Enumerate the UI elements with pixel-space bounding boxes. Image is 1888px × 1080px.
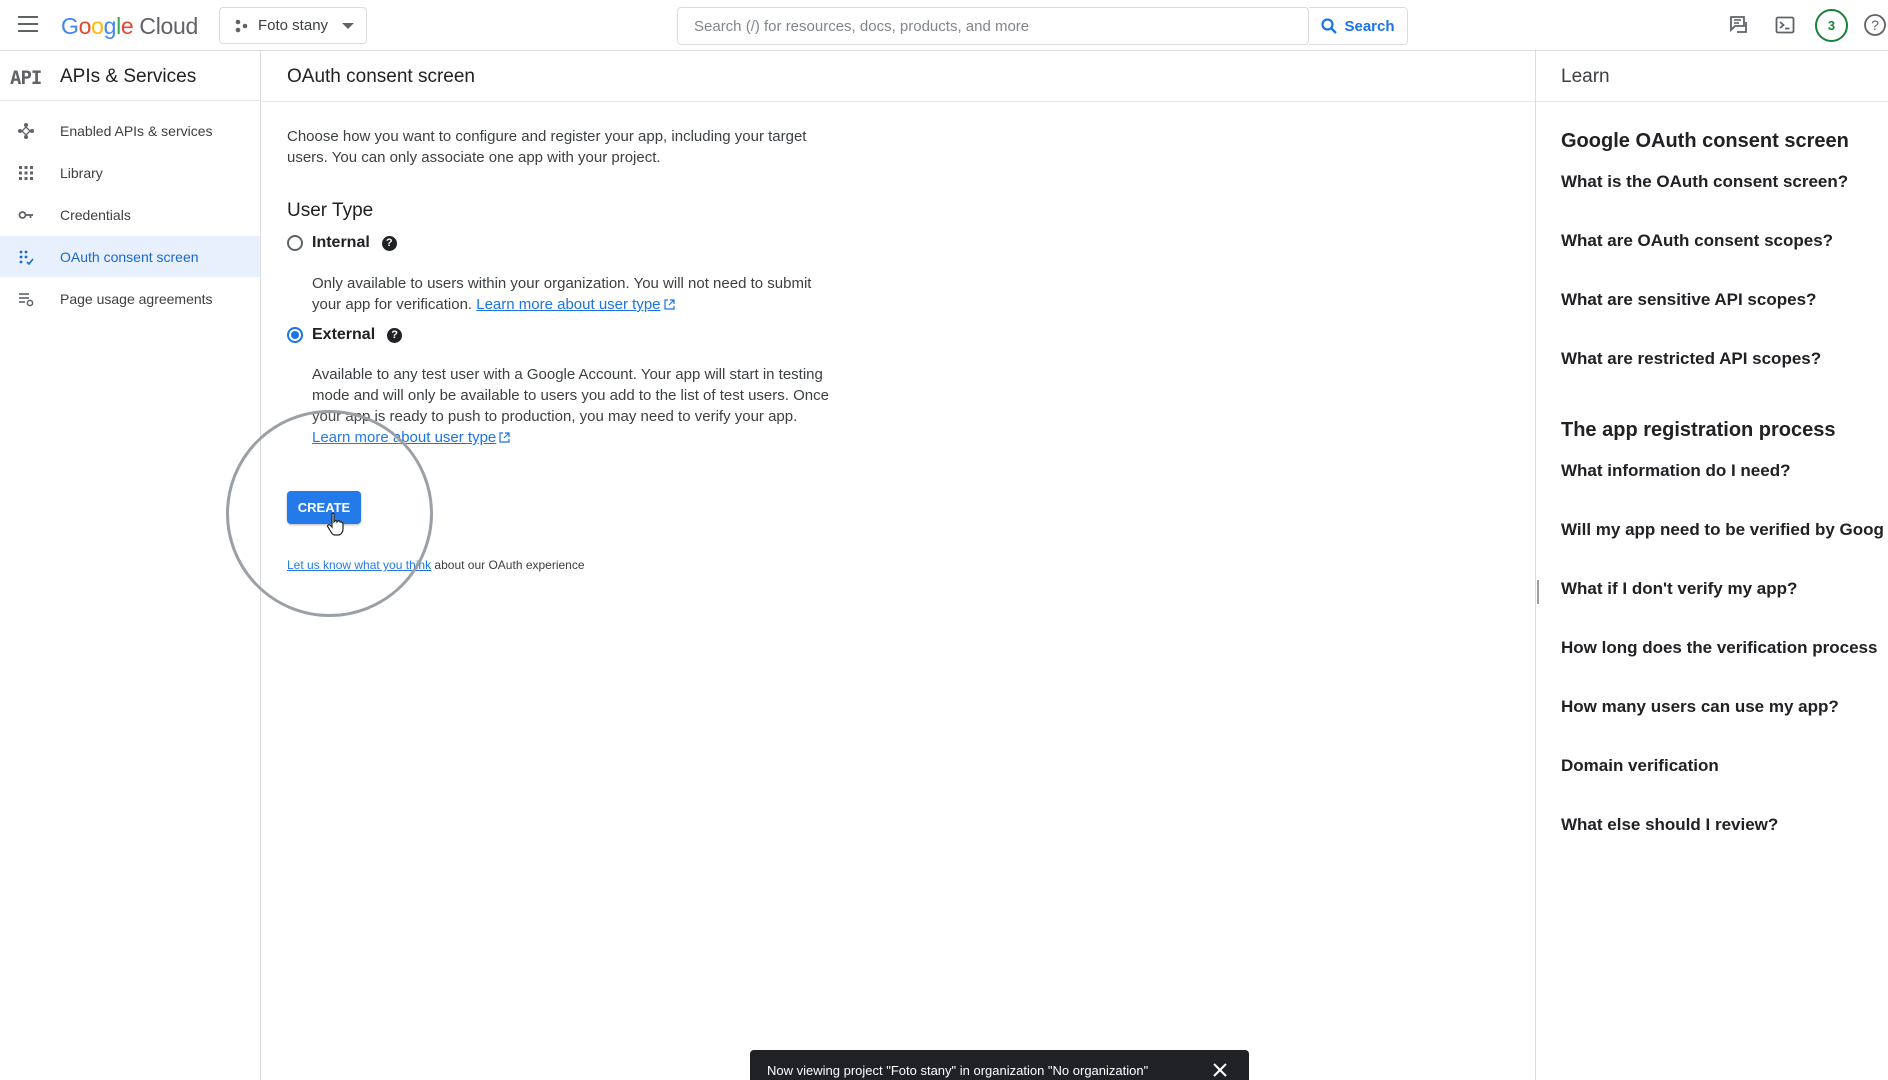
feedback-link[interactable]: Let us know what you think [287, 558, 431, 572]
learn-link-item[interactable]: What information do I need? [1561, 461, 1790, 481]
internal-label: Internal [312, 234, 370, 251]
sidebar-header: API APIs & Services [0, 51, 260, 101]
consent-dots-icon [19, 250, 34, 265]
sidebar-title: APIs & Services [60, 66, 197, 87]
key-icon [18, 211, 33, 219]
user-type-heading: User Type [287, 200, 374, 221]
external-link-icon [499, 432, 510, 443]
api-icon: API [10, 67, 42, 89]
notifications-feed-icon[interactable] [1726, 12, 1752, 38]
external-link-icon [663, 299, 675, 310]
internal-description: Only available to users within your orga… [312, 275, 812, 313]
close-icon[interactable] [1212, 1062, 1228, 1078]
sidebar-item-page-usage-agreements[interactable]: Page usage agreements [0, 278, 260, 319]
search-box [677, 7, 1310, 45]
sidebar-item-enabled-apis[interactable]: Enabled APIs & services [0, 110, 260, 151]
search-icon [1321, 18, 1338, 34]
learn-link-item[interactable]: What are sensitive API scopes? [1561, 290, 1816, 310]
sidebar-item-oauth-consent-screen[interactable]: OAuth consent screen [0, 236, 260, 277]
external-help-icon[interactable]: ? [387, 327, 403, 343]
help-icon[interactable]: ? [1862, 12, 1888, 38]
snackbar-text: Now viewing project "Foto stany" in orga… [767, 1062, 1149, 1078]
learn-panel-resize-handle[interactable] [1537, 580, 1539, 604]
internal-radio[interactable] [287, 235, 303, 251]
learn-link-item[interactable]: What if I don't verify my app? [1561, 579, 1797, 599]
search-button[interactable]: Search [1309, 7, 1408, 45]
learn-header: Learn [1536, 51, 1888, 102]
learn-link-item[interactable]: Domain verification [1561, 756, 1719, 776]
google-cloud-logo[interactable]: Google Cloud [61, 13, 198, 40]
notification-count-badge[interactable]: 3 [1815, 9, 1848, 42]
external-label: External [312, 326, 376, 343]
search-input[interactable] [678, 8, 1310, 44]
learn-panel: Learn Google OAuth consent screen What i… [1535, 51, 1888, 1080]
learn-title: Learn [1561, 66, 1610, 87]
top-bar: GoogleCloud Foto stany Search 3 [0, 0, 1888, 51]
external-learn-more-link[interactable]: Learn more about user type [312, 429, 510, 446]
sidebar-item-credentials[interactable]: Credentials [0, 194, 260, 235]
svg-text:?: ? [1871, 17, 1879, 33]
learn-link-item[interactable]: What are OAuth consent scopes? [1561, 231, 1833, 251]
feedback-text: Let us know what you think about our OAu… [287, 558, 585, 572]
left-sidebar: API APIs & Services Enabled APIs & servi… [0, 51, 261, 1080]
settings-list-icon [19, 293, 34, 307]
learn-link-item[interactable]: Will my app need to be verified by Goog [1561, 520, 1884, 540]
learn-link-item[interactable]: What is the OAuth consent screen? [1561, 172, 1848, 192]
internal-help-icon[interactable]: ? [381, 235, 397, 251]
grid-icon [19, 166, 33, 180]
external-radio-option[interactable]: External ? [287, 326, 403, 344]
page-title: OAuth consent screen [287, 66, 475, 87]
learn-link-item[interactable]: What are restricted API scopes? [1561, 349, 1821, 369]
snackbar: Now viewing project "Foto stany" in orga… [750, 1050, 1249, 1080]
sidebar-item-library[interactable]: Library [0, 152, 260, 193]
learn-section-heading: The app registration process [1561, 419, 1836, 441]
intro-text: Choose how you want to configure and reg… [287, 128, 807, 166]
main-menu-icon[interactable] [18, 16, 38, 32]
cloud-shell-icon[interactable] [1772, 12, 1798, 38]
learn-link-item[interactable]: What else should I review? [1561, 815, 1778, 835]
diamond-dots-icon [18, 123, 34, 139]
learn-link-item[interactable]: How many users can use my app? [1561, 697, 1839, 717]
internal-learn-more-link[interactable]: Learn more about user type [476, 296, 675, 313]
create-button[interactable]: CREATE [287, 491, 361, 524]
external-description: Available to any test user with a Google… [312, 366, 829, 446]
project-name: Foto stany [258, 17, 329, 34]
main-header: OAuth consent screen [262, 51, 1535, 102]
external-radio[interactable] [287, 327, 303, 343]
project-nodes-icon [235, 19, 248, 32]
learn-link-item[interactable]: How long does the verification process [1561, 638, 1877, 658]
project-picker-button[interactable]: Foto stany [219, 7, 367, 44]
internal-radio-option[interactable]: Internal ? [287, 234, 397, 252]
learn-section-heading: Google OAuth consent screen [1561, 130, 1849, 152]
chevron-down-icon [342, 22, 355, 29]
